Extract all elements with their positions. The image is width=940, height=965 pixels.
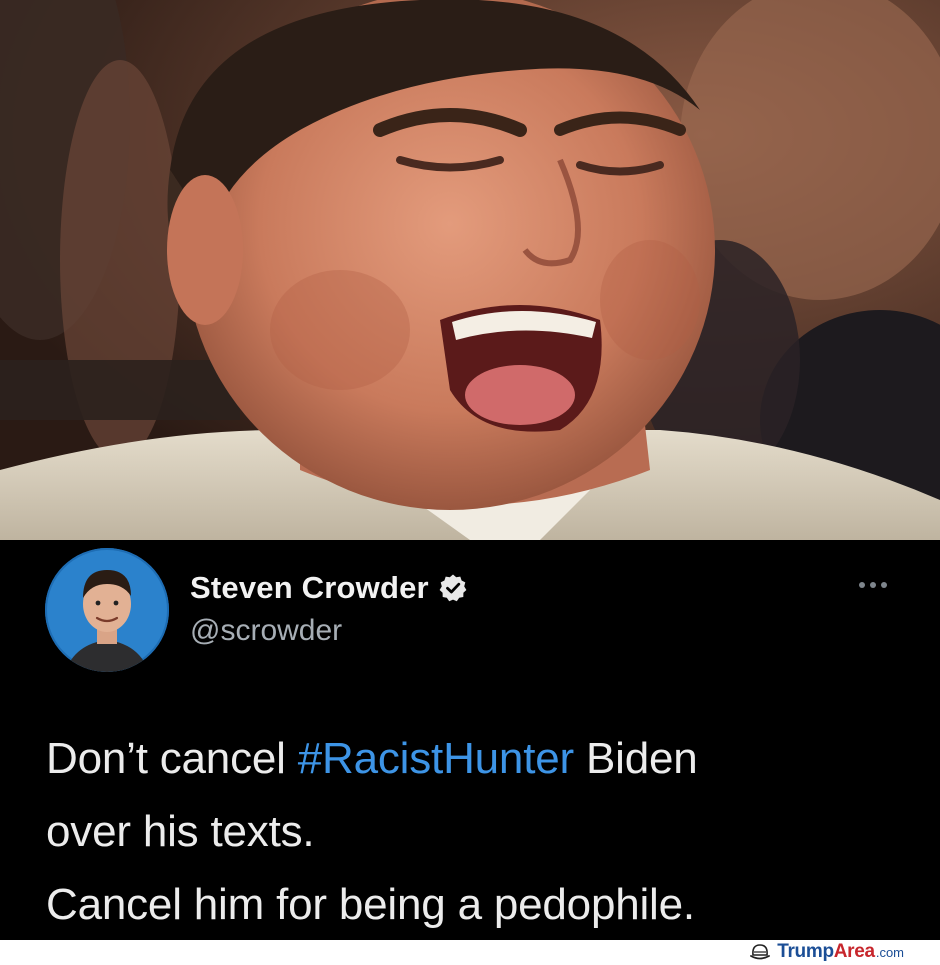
author-handle[interactable]: @scrowder bbox=[190, 614, 342, 648]
author-avatar[interactable] bbox=[45, 548, 169, 672]
hashtag-link[interactable]: #RacistHunter bbox=[298, 734, 574, 783]
site-watermark[interactable]: Trump Area .com bbox=[749, 941, 904, 963]
ellipsis-icon bbox=[859, 582, 865, 588]
watermark-text-domain: .com bbox=[875, 944, 904, 960]
tweet-body: Don’t cancel #RacistHunter Biden over hi… bbox=[46, 722, 906, 941]
meme-page: Steven Crowder @scrowder Don’t cancel #R… bbox=[0, 0, 940, 965]
tweet-text-line-1: Don’t cancel #RacistHunter Biden bbox=[46, 722, 906, 795]
watermark-text-trump: Trump bbox=[777, 941, 834, 962]
author-name-row: Steven Crowder bbox=[190, 568, 468, 608]
watermark-bar: Trump Area .com bbox=[0, 940, 940, 965]
more-options-button[interactable] bbox=[848, 570, 898, 600]
tweet-text-segment: Biden bbox=[573, 734, 698, 783]
watermark-text-area: Area bbox=[833, 941, 875, 962]
laughing-man-photo bbox=[0, 0, 940, 540]
ellipsis-icon bbox=[870, 582, 876, 588]
tweet-text-line-3: Cancel him for being a pedophile. bbox=[46, 880, 695, 929]
tweet-text-segment: Don’t cancel bbox=[46, 734, 298, 783]
tweet-text-line-2: over his texts. bbox=[46, 807, 315, 856]
ellipsis-icon bbox=[881, 582, 887, 588]
verified-badge-icon bbox=[438, 573, 468, 603]
hat-icon bbox=[749, 941, 771, 963]
tweet-card: Steven Crowder @scrowder Don’t cancel #R… bbox=[0, 540, 940, 940]
author-display-name[interactable]: Steven Crowder bbox=[190, 570, 429, 606]
